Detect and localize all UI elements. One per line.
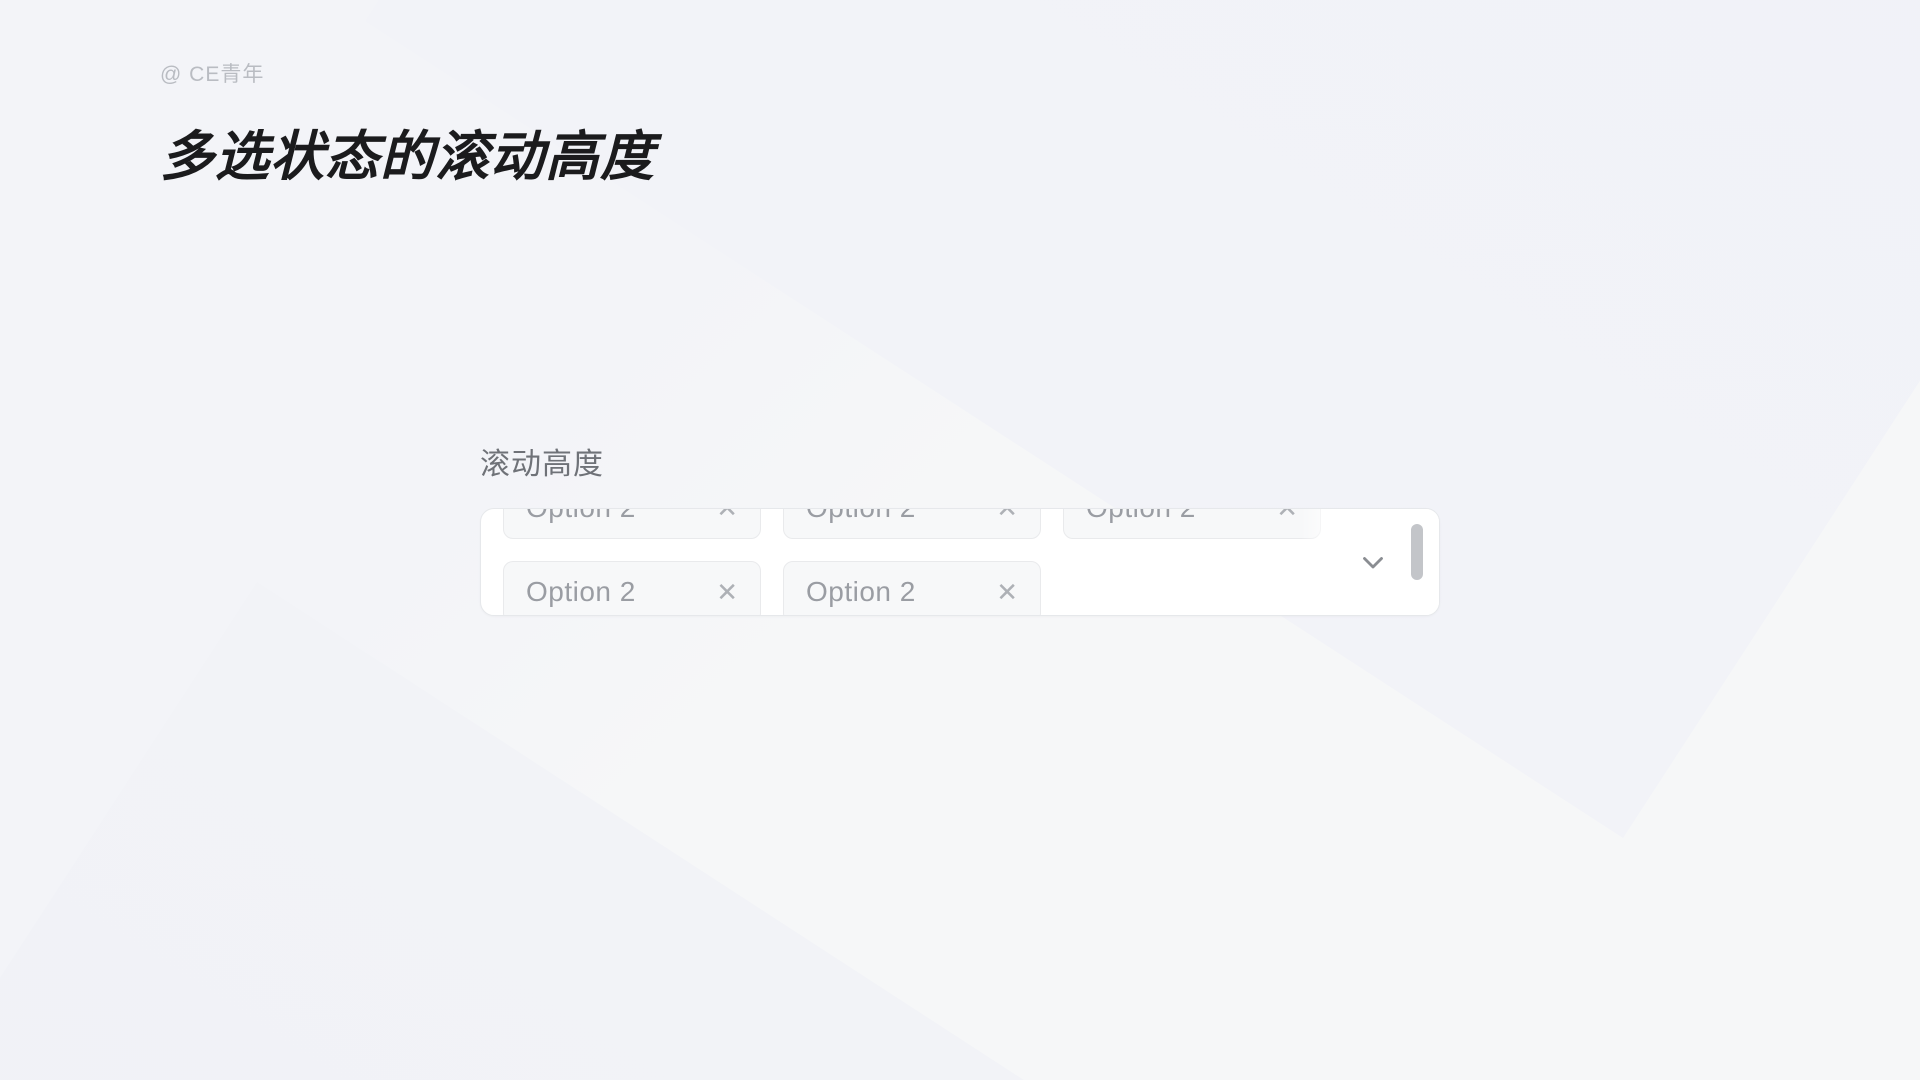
- selected-tag[interactable]: Option 2 ✕: [1063, 509, 1321, 539]
- scrollbar-track[interactable]: [1411, 520, 1423, 604]
- scrollbar-thumb[interactable]: [1411, 524, 1423, 580]
- selected-tag-label: Option 2: [526, 509, 636, 522]
- multi-select-demo: 滚动高度 Option 2 ✕ Option 2 ✕ Option 2 ✕: [480, 450, 1440, 616]
- selected-tag-label: Option 2: [806, 576, 916, 607]
- selected-tags-scroll-area[interactable]: Option 2 ✕ Option 2 ✕ Option 2 ✕ Option …: [481, 509, 1439, 615]
- close-icon[interactable]: ✕: [996, 509, 1018, 521]
- page-root: @ CE青年 多选状态的滚动高度 滚动高度 Option 2 ✕ Option …: [0, 0, 1920, 1080]
- tag-row: Option 2 ✕ Option 2 ✕: [503, 561, 1319, 615]
- selected-tag[interactable]: Option 2 ✕: [503, 509, 761, 539]
- multi-select-control[interactable]: Option 2 ✕ Option 2 ✕ Option 2 ✕ Option …: [480, 508, 1440, 616]
- close-icon[interactable]: ✕: [716, 579, 738, 605]
- selected-tag-label: Option 2: [806, 509, 916, 522]
- watermark-credit: @ CE青年: [160, 63, 265, 86]
- close-icon[interactable]: ✕: [1276, 509, 1298, 521]
- selected-tag-label: Option 2: [1086, 509, 1196, 522]
- chevron-down-icon[interactable]: [1353, 542, 1393, 582]
- page-title: 多选状态的滚动高度: [160, 127, 655, 187]
- selected-tag-label: Option 2: [526, 576, 636, 607]
- field-label-scroll-height: 滚动高度: [480, 448, 604, 481]
- close-icon[interactable]: ✕: [996, 579, 1018, 605]
- selected-tag[interactable]: Option 2 ✕: [503, 561, 761, 615]
- close-icon[interactable]: ✕: [716, 509, 738, 521]
- selected-tag[interactable]: Option 2 ✕: [783, 509, 1041, 539]
- tag-row: Option 2 ✕ Option 2 ✕ Option 2 ✕: [503, 509, 1321, 539]
- selected-tag[interactable]: Option 2 ✕: [783, 561, 1041, 615]
